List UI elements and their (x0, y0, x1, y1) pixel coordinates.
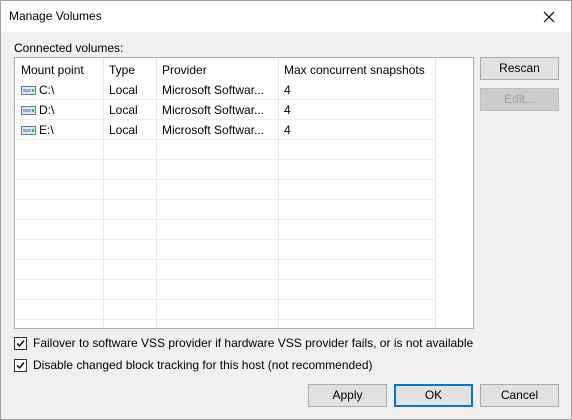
table-row[interactable]: C:\ Local Microsoft Softwar... 4 (15, 80, 436, 100)
header-type[interactable]: Type (109, 63, 157, 77)
apply-button[interactable]: Apply (308, 384, 387, 407)
cbt-option[interactable]: Disable changed block tracking for this … (14, 358, 373, 372)
drive-icon (21, 86, 36, 95)
empty-row (15, 280, 436, 300)
failover-checkbox[interactable] (14, 336, 27, 350)
table-row[interactable]: D:\ Local Microsoft Softwar... 4 (15, 100, 436, 120)
empty-row (15, 240, 436, 260)
empty-row (15, 220, 436, 240)
table-row[interactable]: E:\ Local Microsoft Softwar... 4 (15, 120, 436, 140)
close-button[interactable] (527, 1, 571, 32)
volumes-list[interactable]: Mount point Type Provider Max concurrent… (14, 57, 474, 329)
dialog-title: Manage Volumes (9, 9, 102, 23)
table-header: Mount point Type Provider Max concurrent… (15, 58, 436, 80)
max-snapshots: 4 (284, 123, 291, 137)
max-snapshots: 4 (284, 83, 291, 97)
edit-button[interactable]: Edit... (480, 88, 559, 111)
volume-provider: Microsoft Softwar... (162, 83, 265, 97)
volume-provider: Microsoft Softwar... (162, 103, 265, 117)
cbt-label: Disable changed block tracking for this … (33, 358, 373, 372)
failover-label: Failover to software VSS provider if har… (33, 336, 474, 350)
connected-volumes-label: Connected volumes: (14, 41, 124, 55)
mount-point: E:\ (39, 123, 54, 137)
cancel-button[interactable]: Cancel (480, 384, 559, 407)
header-mount-point[interactable]: Mount point (21, 63, 101, 77)
mount-point: D:\ (39, 103, 55, 117)
drive-icon (21, 126, 36, 135)
cbt-checkbox[interactable] (14, 358, 27, 372)
volume-type: Local (109, 123, 138, 137)
close-icon (543, 11, 555, 22)
volume-provider: Microsoft Softwar... (162, 123, 265, 137)
volume-type: Local (109, 83, 138, 97)
checkmark-icon (16, 361, 25, 369)
manage-volumes-dialog: Manage Volumes Connected volumes: Mount … (0, 0, 572, 420)
empty-row (15, 160, 436, 180)
header-provider[interactable]: Provider (162, 63, 276, 77)
empty-row (15, 200, 436, 220)
checkmark-icon (16, 339, 25, 347)
ok-button[interactable]: OK (394, 384, 473, 407)
empty-row (15, 180, 436, 200)
drive-icon (21, 106, 36, 115)
failover-option[interactable]: Failover to software VSS provider if har… (14, 336, 473, 350)
empty-row (15, 260, 436, 280)
empty-row (15, 140, 436, 160)
mount-point: C:\ (39, 83, 55, 97)
header-max-snapshots[interactable]: Max concurrent snapshots (284, 63, 434, 77)
empty-row (15, 300, 436, 320)
rescan-button[interactable]: Rescan (480, 57, 559, 80)
title-bar: Manage Volumes (1, 1, 571, 32)
max-snapshots: 4 (284, 103, 291, 117)
volume-type: Local (109, 103, 138, 117)
